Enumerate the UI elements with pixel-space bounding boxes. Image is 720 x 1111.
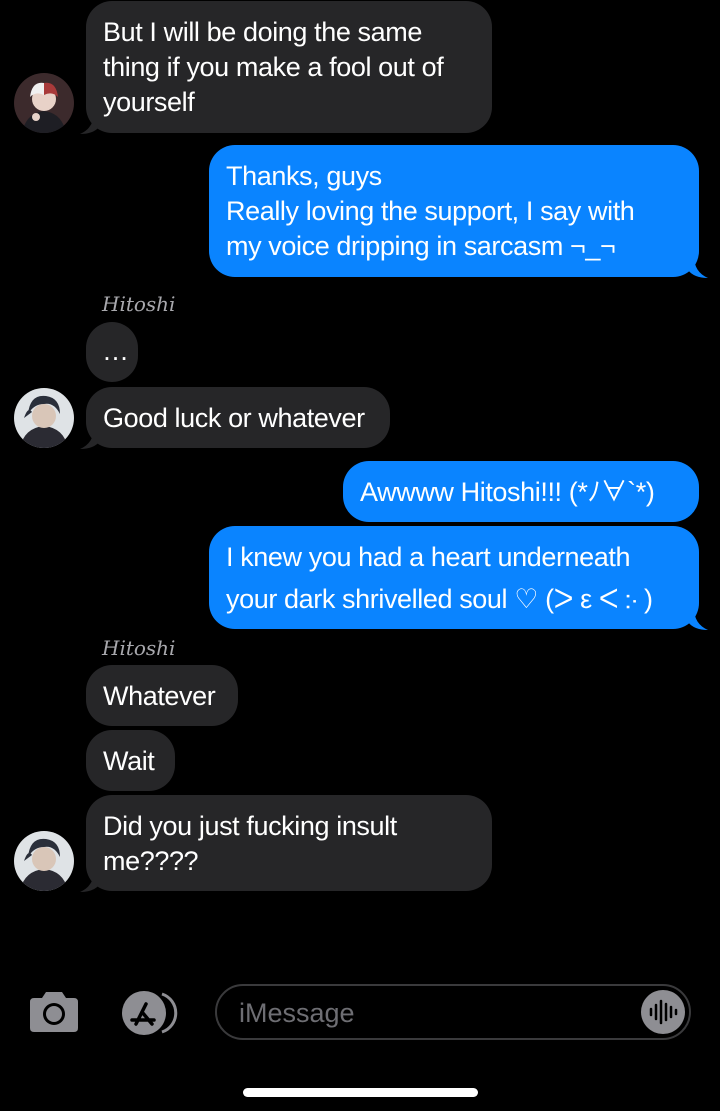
- message-bubble-incoming[interactable]: Wait: [86, 730, 175, 791]
- audio-record-button[interactable]: [641, 990, 685, 1034]
- bubble-tail: [80, 112, 100, 134]
- contact-avatar[interactable]: [14, 388, 74, 448]
- bubble-tail: [688, 256, 708, 278]
- message-bubble-incoming[interactable]: But I will be doing the same thing if yo…: [86, 1, 492, 133]
- bubble-tail: [80, 427, 100, 449]
- message-bubble-incoming[interactable]: …: [86, 322, 138, 382]
- message-bubble-outgoing[interactable]: Thanks, guys Really loving the support, …: [209, 145, 699, 277]
- message-input[interactable]: [237, 994, 641, 1032]
- message-bubble-incoming[interactable]: Did you just fucking insult me????: [86, 795, 492, 891]
- audio-waveform-icon: [649, 999, 678, 1025]
- sender-name: Hitoshi: [102, 292, 176, 316]
- camera-button[interactable]: [26, 990, 82, 1034]
- contact-avatar[interactable]: [14, 831, 74, 891]
- home-indicator[interactable]: [243, 1088, 478, 1097]
- app-store-button[interactable]: [118, 990, 182, 1036]
- bubble-tail: [688, 608, 708, 630]
- message-thread: But I will be doing the same thing if yo…: [0, 0, 720, 960]
- sender-name: Hitoshi: [102, 636, 176, 660]
- message-bubble-outgoing[interactable]: I knew you had a heart underneath your d…: [209, 526, 699, 629]
- bubble-tail: [80, 870, 100, 892]
- message-input-container[interactable]: [215, 984, 691, 1040]
- contact-avatar[interactable]: [14, 73, 74, 133]
- message-bubble-outgoing[interactable]: Awwww Hitoshi!!! (*ﾉ∀`*): [343, 461, 699, 522]
- app-store-icon: [122, 991, 178, 1035]
- camera-icon: [30, 992, 78, 1032]
- message-bubble-incoming[interactable]: Good luck or whatever: [86, 387, 390, 448]
- message-bubble-incoming[interactable]: Whatever: [86, 665, 238, 726]
